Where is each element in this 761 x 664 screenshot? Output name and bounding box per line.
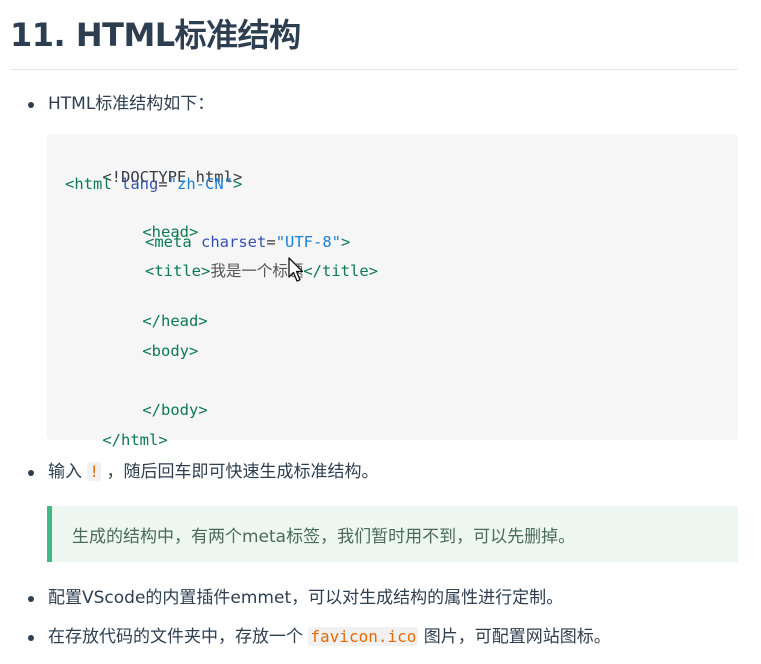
html-open-tag: <html	[65, 175, 112, 193]
tip-text: 生成的结构中，有两个meta标签，我们暂时用不到，可以先删掉。	[72, 527, 576, 547]
html-lang-value: "zh-CN"	[167, 175, 234, 193]
heading-divider	[10, 69, 738, 70]
title-open-tag: <title>	[145, 262, 211, 280]
meta-open-tag: <meta	[145, 233, 192, 251]
bullet-text: 配置VScode的内置插件emmet，可以对生成结构的属性进行定制。	[48, 588, 564, 608]
code-line-html-open: <html lang="zh-CN">	[65, 175, 243, 193]
inline-code-favicon: favicon.ico	[308, 627, 419, 646]
inline-code-exclaim: !	[87, 462, 102, 481]
bullet-text-after: ，随后回车即可快速生成标准结构。	[106, 462, 379, 482]
bullet-text-before: 在存放代码的文件夹中，存放一个	[48, 627, 303, 647]
title-close-tag: </title>	[303, 262, 378, 280]
body-open-tag: <body>	[142, 342, 199, 360]
bullet-text: HTML标准结构如下：	[48, 94, 215, 114]
code-line-meta: <meta charset="UTF-8">	[145, 233, 351, 251]
bullet-text: 在存放代码的文件夹中，存放一个 favicon.ico 图片，可配置网站图标。	[48, 625, 611, 649]
tip-callout: 生成的结构中，有两个meta标签，我们暂时用不到，可以先删掉。	[47, 506, 738, 562]
bullet-text-before: 输入	[48, 462, 82, 482]
code-line-body-open: <body>	[105, 321, 198, 381]
page-heading: 11. HTML标准结构	[10, 16, 301, 54]
html-lang-attr: lang	[121, 175, 159, 193]
bullet-text-after: 图片，可配置网站图标。	[423, 627, 611, 647]
meta-charset-value: "UTF-8"	[275, 233, 342, 251]
meta-charset-attr: charset	[201, 233, 267, 251]
mouse-pointer-icon	[288, 257, 304, 282]
html-close-tag: </html>	[102, 431, 168, 449]
bullet-text: 输入 ! ，随后回车即可快速生成标准结构。	[48, 460, 378, 484]
code-line-title: <title>我是一个标题</title>	[145, 261, 378, 281]
code-block: <!DOCTYPE html> <html lang="zh-CN"> <hea…	[47, 134, 738, 449]
